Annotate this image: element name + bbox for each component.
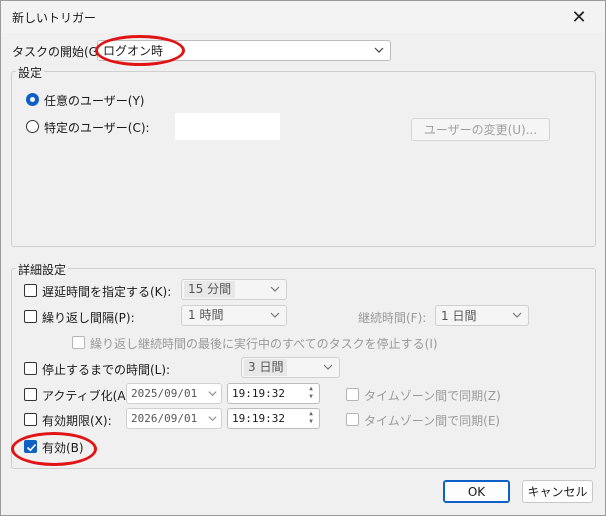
repeat-value: 1 時間 — [188, 308, 224, 322]
spin-arrows-icon[interactable]: ▲ ▼ — [305, 410, 317, 427]
any-user-label: 任意のユーザー(Y) — [44, 94, 145, 108]
chevron-down-icon — [323, 364, 333, 370]
checkmark-icon — [26, 443, 37, 452]
repeat-label: 繰り返し間隔(P): — [42, 311, 135, 325]
activate-label: アクティブ化(A): — [42, 389, 135, 403]
change-user-button[interactable]: ユーザーの変更(U)... — [411, 118, 550, 141]
duration-dropdown[interactable]: 1 日間 — [435, 305, 529, 326]
chevron-down-icon — [374, 47, 384, 53]
duration-value: 1 日間 — [441, 309, 477, 323]
activate-sync-label: タイムゾーン間で同期(Z) — [364, 389, 501, 403]
enabled-label: 有効(B) — [42, 441, 84, 455]
stop-after-label: 停止するまでの時間(L): — [42, 363, 171, 377]
stop-all-checkbox[interactable] — [72, 336, 85, 349]
dialog-title: 新しいトリガー — [12, 11, 97, 25]
expire-sync-checkbox[interactable] — [346, 413, 359, 426]
cancel-button[interactable]: キャンセル — [522, 480, 593, 503]
expire-time-field[interactable]: 19:19:32 ▲ ▼ — [227, 408, 320, 429]
chevron-down-icon — [270, 312, 280, 318]
new-trigger-dialog: 新しいトリガー ✕ タスクの開始(G): ログオン時 設定 任意のユーザー(Y)… — [0, 0, 606, 516]
activate-time-value: 19:19:32 — [232, 387, 285, 400]
stop-after-checkbox[interactable] — [24, 362, 37, 375]
activate-date-value: 2025/09/01 — [131, 387, 198, 400]
delay-label: 遅延時間を指定する(K): — [42, 285, 172, 299]
close-button[interactable]: ✕ — [559, 3, 599, 31]
start-task-value: ログオン時 — [103, 44, 164, 58]
stop-after-dropdown[interactable]: 3 日間 — [241, 357, 340, 378]
radio-specific-user[interactable] — [26, 120, 39, 133]
settings-group-title: 設定 — [16, 64, 45, 81]
title-bar: 新しいトリガー ✕ — [1, 1, 605, 33]
expire-label: 有効期限(X): — [42, 414, 112, 428]
expire-date-value: 2026/09/01 — [131, 412, 198, 425]
start-task-label: タスクの開始(G): — [12, 45, 107, 59]
activate-date-field[interactable]: 2025/09/01 — [126, 383, 222, 404]
stop-all-label: 繰り返し継続時間の最後に実行中のすべてのタスクを停止する(I) — [90, 337, 438, 351]
stop-after-value: 3 日間 — [244, 359, 288, 376]
expire-time-value: 19:19:32 — [232, 412, 285, 425]
repeat-checkbox[interactable] — [24, 310, 37, 323]
close-icon: ✕ — [571, 6, 587, 28]
advanced-group-title: 詳細設定 — [16, 261, 69, 278]
chevron-down-icon — [512, 312, 522, 318]
expire-sync-label: タイムゾーン間で同期(E) — [364, 414, 501, 428]
activate-time-field[interactable]: 19:19:32 ▲ ▼ — [227, 383, 320, 404]
chevron-down-icon — [208, 416, 217, 422]
expire-checkbox[interactable] — [24, 413, 37, 426]
specific-user-field[interactable] — [175, 113, 280, 140]
delay-dropdown[interactable]: 15 分間 — [181, 279, 287, 300]
spin-arrows-icon[interactable]: ▲ ▼ — [305, 385, 317, 402]
chevron-down-icon — [270, 286, 280, 292]
activate-sync-checkbox[interactable] — [346, 388, 359, 401]
delay-checkbox[interactable] — [24, 284, 37, 297]
activate-checkbox[interactable] — [24, 388, 37, 401]
expire-date-field[interactable]: 2026/09/01 — [126, 408, 222, 429]
enabled-checkbox[interactable] — [24, 440, 37, 453]
chevron-down-icon — [208, 391, 217, 397]
specific-user-label: 特定のユーザー(C): — [44, 121, 150, 135]
repeat-dropdown[interactable]: 1 時間 — [181, 305, 287, 326]
ok-button[interactable]: OK — [443, 480, 510, 503]
duration-label: 継続時間(F): — [358, 311, 427, 325]
start-task-dropdown[interactable]: ログオン時 — [97, 40, 391, 61]
radio-any-user[interactable] — [26, 93, 39, 106]
delay-value: 15 分間 — [184, 281, 236, 298]
